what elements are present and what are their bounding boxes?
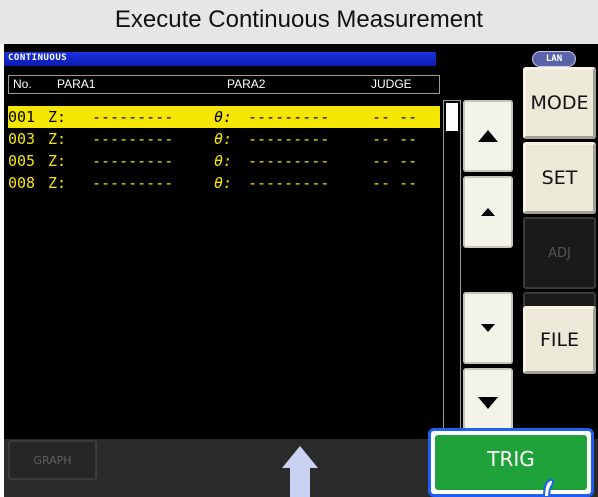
para2-value: --------- xyxy=(248,174,330,192)
scroll-down-button[interactable] xyxy=(463,292,513,364)
list-item[interactable]: 001 Z: --------- θ: --------- -- -- xyxy=(8,106,440,128)
pointer-arrow-icon xyxy=(282,446,318,468)
para1-value: --------- xyxy=(92,130,174,148)
file-button[interactable]: FILE xyxy=(523,306,596,374)
para1-label: Z: xyxy=(48,152,67,170)
row-number: 008 xyxy=(8,174,36,192)
para2-value: --------- xyxy=(248,152,330,170)
set-button[interactable]: SET xyxy=(523,142,596,214)
para1-label: Z: xyxy=(48,130,67,148)
up-arrow-icon xyxy=(481,208,495,216)
down-arrow-icon xyxy=(481,324,495,332)
adj-button[interactable]: ADJ xyxy=(523,217,596,289)
list-item[interactable]: 003 Z: --------- θ: --------- -- -- xyxy=(8,128,440,150)
para2-label: θ: xyxy=(214,108,233,126)
mode-button[interactable]: MODE xyxy=(523,67,596,139)
double-down-arrow-icon xyxy=(478,397,498,409)
trig-label: TRIG xyxy=(487,447,535,471)
para1-value: --------- xyxy=(92,108,174,126)
column-header-no: No. xyxy=(13,77,32,91)
scroll-up-button[interactable] xyxy=(463,176,513,248)
judge-value: -- -- xyxy=(372,130,418,148)
mode-header-bar: CONTINUOUS xyxy=(4,52,436,66)
pointer-arrow-stem xyxy=(290,468,310,497)
title-bar: Execute Continuous Measurement xyxy=(0,0,598,44)
column-header-judge: JUDGE xyxy=(371,77,412,91)
list-item[interactable]: 005 Z: --------- θ: --------- -- -- xyxy=(8,150,440,172)
scrollbar-thumb[interactable] xyxy=(446,103,458,131)
para1-value: --------- xyxy=(92,152,174,170)
list-scrollbar[interactable] xyxy=(443,100,461,434)
page-up-button[interactable] xyxy=(463,100,513,172)
page-title: Execute Continuous Measurement xyxy=(114,6,484,33)
judge-value: -- -- xyxy=(372,152,418,170)
para2-label: θ: xyxy=(214,130,233,148)
para2-value: --------- xyxy=(248,130,330,148)
column-header-para2: PARA2 xyxy=(227,77,266,91)
trig-highlight-frame: TRIG xyxy=(428,428,594,497)
double-up-arrow-icon xyxy=(478,130,498,142)
lan-status-badge: LAN xyxy=(532,51,576,67)
para2-value: --------- xyxy=(248,108,330,126)
row-number: 001 xyxy=(8,108,36,126)
list-header: No. PARA1 PARA2 JUDGE xyxy=(8,75,440,94)
row-number: 003 xyxy=(8,130,36,148)
para1-label: Z: xyxy=(48,108,67,126)
judge-value: -- -- xyxy=(372,174,418,192)
para2-label: θ: xyxy=(214,152,233,170)
trig-button[interactable]: TRIG xyxy=(435,435,587,490)
para1-label: Z: xyxy=(48,174,67,192)
graph-button[interactable]: GRAPH xyxy=(8,440,97,480)
finger-tap-icon xyxy=(542,478,555,497)
row-number: 005 xyxy=(8,152,36,170)
mode-label: CONTINUOUS xyxy=(8,53,68,63)
para1-value: --------- xyxy=(92,174,174,192)
judge-value: -- -- xyxy=(372,108,418,126)
measurement-list: 001 Z: --------- θ: --------- -- -- 003 … xyxy=(8,106,440,194)
list-item[interactable]: 008 Z: --------- θ: --------- -- -- xyxy=(8,172,440,194)
para2-label: θ: xyxy=(214,174,233,192)
column-header-para1: PARA1 xyxy=(57,77,96,91)
